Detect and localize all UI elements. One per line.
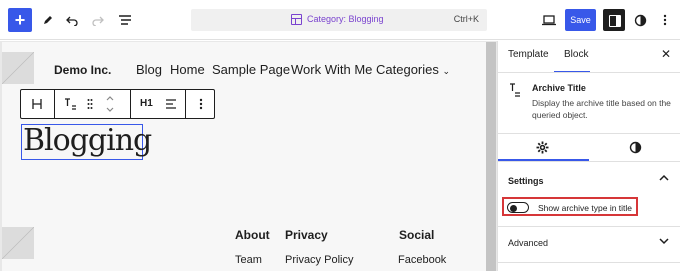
show-archive-type-toggle-row: Show archive type in title [502,197,638,216]
block-card-description: Display the archive title based on the q… [532,98,671,120]
show-archive-type-label[interactable]: Show archive type in title [538,203,632,213]
more-options-icon [199,98,203,110]
footer-heading-privacy: Privacy [285,228,328,242]
footer-logo-placeholder[interactable] [2,227,34,259]
heading-level-button[interactable]: H1 [140,98,153,109]
page-preview: Demo Inc. Blog Home Sample Page Work Wit… [2,42,486,271]
settings-sidebar: Template Block ✕ Archive Title Display t… [497,41,680,271]
footer-heading-social: Social [399,228,435,242]
align-left-icon [166,99,176,109]
chevron-down-icon: ⌄ [442,66,451,76]
archive-title-icon [510,83,520,97]
gear-icon[interactable] [536,141,549,154]
site-logo-placeholder[interactable] [2,52,34,84]
nav-item-categories[interactable]: Categories ⌄ [376,62,450,77]
move-up-down-icon [106,96,114,112]
divider [498,226,680,227]
nav-item-categories-label: Categories [376,62,439,77]
show-archive-type-toggle[interactable] [507,202,529,213]
tab-template[interactable]: Template [508,49,549,60]
advanced-panel-title[interactable]: Advanced [508,238,548,248]
block-toolbar: H1 [20,89,215,119]
transform-icon [32,99,42,109]
undo-icon[interactable] [60,8,84,32]
editor-top-bar: + Category: Blogging Ctrl+K Save [0,0,680,40]
save-button[interactable]: Save [565,9,596,31]
block-card-title: Archive Title [532,83,586,93]
archive-title-block[interactable]: Blogging [21,124,152,160]
heading-level-controls: H1 [131,90,186,118]
command-bar-label: Category: Blogging [307,14,384,24]
divider [498,161,680,162]
editor-canvas: Demo Inc. Blog Home Sample Page Work Wit… [0,41,497,271]
nav-item-work-with-me[interactable]: Work With Me [291,62,372,77]
command-bar-shortcut: Ctrl+K [453,14,479,24]
settings-panel-icon[interactable] [603,9,625,31]
half-circle-icon[interactable] [629,141,642,154]
canvas-scrollbar[interactable] [486,42,496,271]
footer-link-privacy-policy[interactable]: Privacy Policy [285,254,353,266]
list-view-icon[interactable] [113,8,137,32]
tab-block[interactable]: Block [564,49,588,60]
footer-link-facebook[interactable]: Facebook [398,254,446,266]
footer-heading-about: About [235,228,270,242]
settings-panel-title[interactable]: Settings [508,176,544,186]
block-type-button[interactable] [21,90,55,118]
site-title[interactable]: Demo Inc. [54,63,111,77]
half-circle-icon[interactable] [628,8,652,32]
nav-item-home[interactable]: Home [170,62,205,77]
plus-icon[interactable]: + [8,8,32,32]
vertical-dots-icon[interactable] [653,8,677,32]
block-move-controls [55,90,131,118]
divider [498,262,680,263]
redo-icon[interactable] [86,8,110,32]
archive-title-icon [65,98,76,110]
chevron-up-icon[interactable] [659,174,669,185]
nav-item-blog[interactable]: Blog [136,62,162,77]
template-icon [291,14,302,25]
command-bar[interactable]: Category: Blogging Ctrl+K [191,9,487,31]
close-icon[interactable]: ✕ [661,47,671,61]
pencil-icon[interactable] [36,8,60,32]
chevron-down-icon[interactable] [659,237,669,248]
drag-handle-icon [87,99,93,109]
nav-item-sample-page[interactable]: Sample Page [212,62,290,77]
divider [498,133,680,134]
divider [498,72,680,73]
footer-link-team[interactable]: Team [235,254,262,266]
desktop-icon[interactable] [537,8,561,32]
block-options-button[interactable] [186,90,216,118]
